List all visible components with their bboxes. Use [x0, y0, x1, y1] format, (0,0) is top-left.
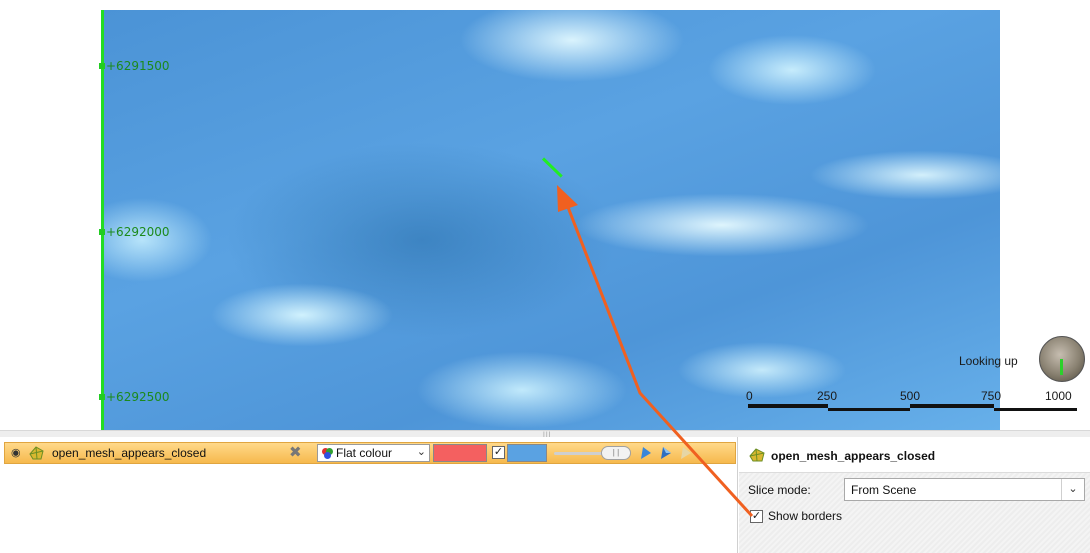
mesh-icon — [749, 448, 765, 462]
scale-bar-segment — [748, 404, 828, 408]
scale-bar-label: 1000 — [1045, 389, 1072, 403]
scale-bar-label: 500 — [900, 389, 921, 403]
scale-bar-label: 750 — [981, 389, 1002, 403]
eye-icon[interactable]: ◉ — [11, 447, 23, 459]
chevron-down-icon[interactable]: ⌄ — [1061, 479, 1084, 500]
properties-title: open_mesh_appears_closed — [771, 449, 936, 463]
compass-needle-icon — [1060, 359, 1063, 375]
coordinate-label: +6292000 — [106, 225, 170, 239]
scene-viewport[interactable]: +6291500 +6292000 +6292500 Looking up 0 … — [0, 0, 1090, 430]
back-colour-checkbox[interactable]: ✓ — [492, 446, 505, 459]
scale-bar-segment — [910, 404, 994, 408]
mesh-icon — [29, 446, 44, 460]
coordinate-label: +6291500 — [106, 59, 170, 73]
slice-mode-label: Slice mode: — [748, 483, 811, 497]
colour-mode-select[interactable]: Flat colour ⌄ — [317, 444, 430, 462]
shape-list-panel: ◉ open_mesh_appears_closed ✖ Flat colour… — [0, 437, 738, 553]
properties-header: open_mesh_appears_closed — [739, 437, 1090, 473]
mesh-surface[interactable] — [102, 10, 1000, 430]
coordinate-axis-line — [101, 10, 104, 430]
shading-icon[interactable] — [639, 446, 653, 460]
properties-panel: open_mesh_appears_closed Slice mode: Fro… — [739, 437, 1090, 553]
scale-bar-segment — [828, 408, 910, 411]
front-colour-swatch[interactable] — [433, 444, 487, 462]
scale-bar-label: 250 — [817, 389, 838, 403]
lighting-icon[interactable] — [659, 446, 673, 460]
show-borders-label: Show borders — [768, 509, 843, 523]
back-colour-swatch[interactable] — [507, 444, 547, 462]
app-window: +6291500 +6292000 +6292500 Looking up 0 … — [0, 0, 1090, 553]
slice-mode-value: From Scene — [851, 483, 917, 497]
scale-bar-segment — [994, 408, 1077, 411]
axis-tick — [99, 229, 105, 235]
remove-icon[interactable]: ✖ — [289, 445, 302, 461]
chevron-down-icon: ⌄ — [416, 446, 426, 458]
coordinate-label: +6292500 — [106, 390, 170, 404]
object-name: open_mesh_appears_closed — [52, 446, 207, 460]
colour-mode-label: Flat colour — [336, 446, 393, 460]
opacity-slider-handle[interactable]: | | — [601, 446, 631, 460]
view-direction-label: Looking up — [959, 354, 1018, 368]
axis-tick — [99, 63, 105, 69]
object-row[interactable]: ◉ open_mesh_appears_closed ✖ Flat colour… — [4, 442, 736, 464]
show-borders-checkbox[interactable]: ✓ — [750, 510, 763, 523]
axis-tick — [99, 394, 105, 400]
slice-mode-select[interactable]: From Scene ⌄ — [844, 478, 1085, 501]
colour-mode-icon — [322, 448, 333, 459]
panel-splitter[interactable]: ||| — [0, 430, 1090, 439]
scale-bar-label: 0 — [746, 389, 753, 403]
surface-mode-icon[interactable] — [679, 446, 693, 460]
